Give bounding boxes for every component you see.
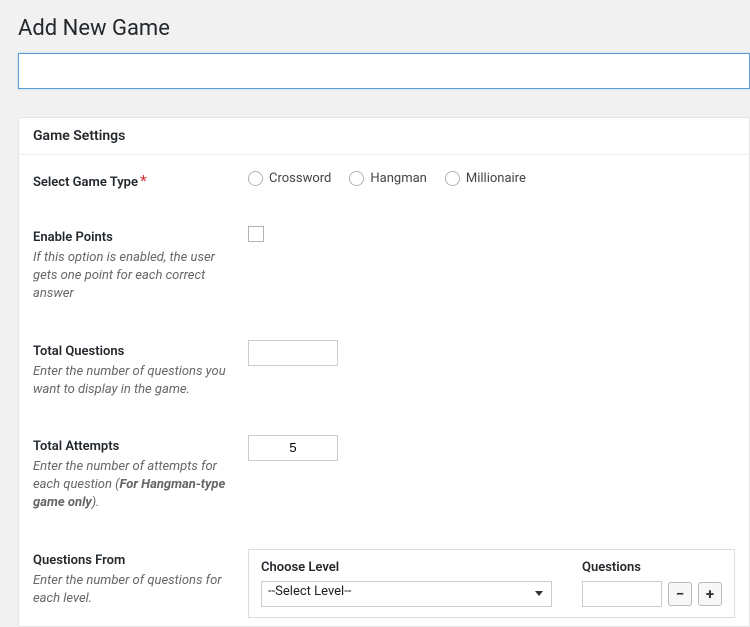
enable-points-label: Enable Points xyxy=(33,230,113,245)
game-title-input[interactable] xyxy=(18,53,750,89)
radio-label: Millionaire xyxy=(466,171,526,186)
total-attempts-input[interactable] xyxy=(248,435,338,461)
choose-level-select[interactable]: --Select Level-- xyxy=(261,581,552,607)
total-attempts-desc: Enter the number of attempts for each qu… xyxy=(33,458,228,513)
total-questions-input[interactable] xyxy=(248,340,338,366)
radio-label: Hangman xyxy=(370,171,426,186)
questions-count-input[interactable] xyxy=(582,581,662,607)
game-type-label: Select Game Type xyxy=(33,175,138,190)
remove-level-button[interactable]: − xyxy=(668,582,692,606)
field-questions-from: Questions From Enter the number of quest… xyxy=(19,521,749,626)
radio-label: Crossword xyxy=(269,171,331,186)
choose-level-label: Choose Level xyxy=(261,560,552,575)
field-total-attempts: Total Attempts Enter the number of attem… xyxy=(19,407,749,521)
radio-hangman[interactable]: Hangman xyxy=(349,171,426,186)
page-title: Add New Game xyxy=(0,0,750,53)
radio-circle-icon xyxy=(248,171,263,186)
field-total-questions: Total Questions Enter the number of ques… xyxy=(19,312,749,407)
panel-header: Game Settings xyxy=(19,118,749,155)
chevron-down-icon xyxy=(535,591,543,596)
game-type-radio-group: Crossword Hangman Millionaire xyxy=(248,171,735,186)
radio-circle-icon xyxy=(445,171,460,186)
required-indicator: * xyxy=(140,171,147,190)
field-enable-points: Enable Points If this option is enabled,… xyxy=(19,198,749,312)
enable-points-desc: If this option is enabled, the user gets… xyxy=(33,249,228,304)
field-game-type: Select Game Type* Crossword Hangman Mill… xyxy=(19,155,749,198)
radio-millionaire[interactable]: Millionaire xyxy=(445,171,526,186)
radio-circle-icon xyxy=(349,171,364,186)
questions-from-desc: Enter the number of questions for each l… xyxy=(33,572,228,608)
radio-crossword[interactable]: Crossword xyxy=(248,171,331,186)
add-level-button[interactable]: + xyxy=(698,582,722,606)
select-value: --Select Level-- xyxy=(268,584,351,599)
questions-count-label: Questions xyxy=(582,560,722,575)
total-questions-desc: Enter the number of questions you want t… xyxy=(33,363,228,399)
questions-from-box: Choose Level --Select Level-- Questions … xyxy=(248,549,735,618)
total-attempts-label: Total Attempts xyxy=(33,439,119,454)
questions-from-label: Questions From xyxy=(33,553,125,568)
game-settings-panel: Game Settings Select Game Type* Crosswor… xyxy=(18,117,750,627)
total-questions-label: Total Questions xyxy=(33,344,124,359)
enable-points-checkbox[interactable] xyxy=(248,226,264,242)
